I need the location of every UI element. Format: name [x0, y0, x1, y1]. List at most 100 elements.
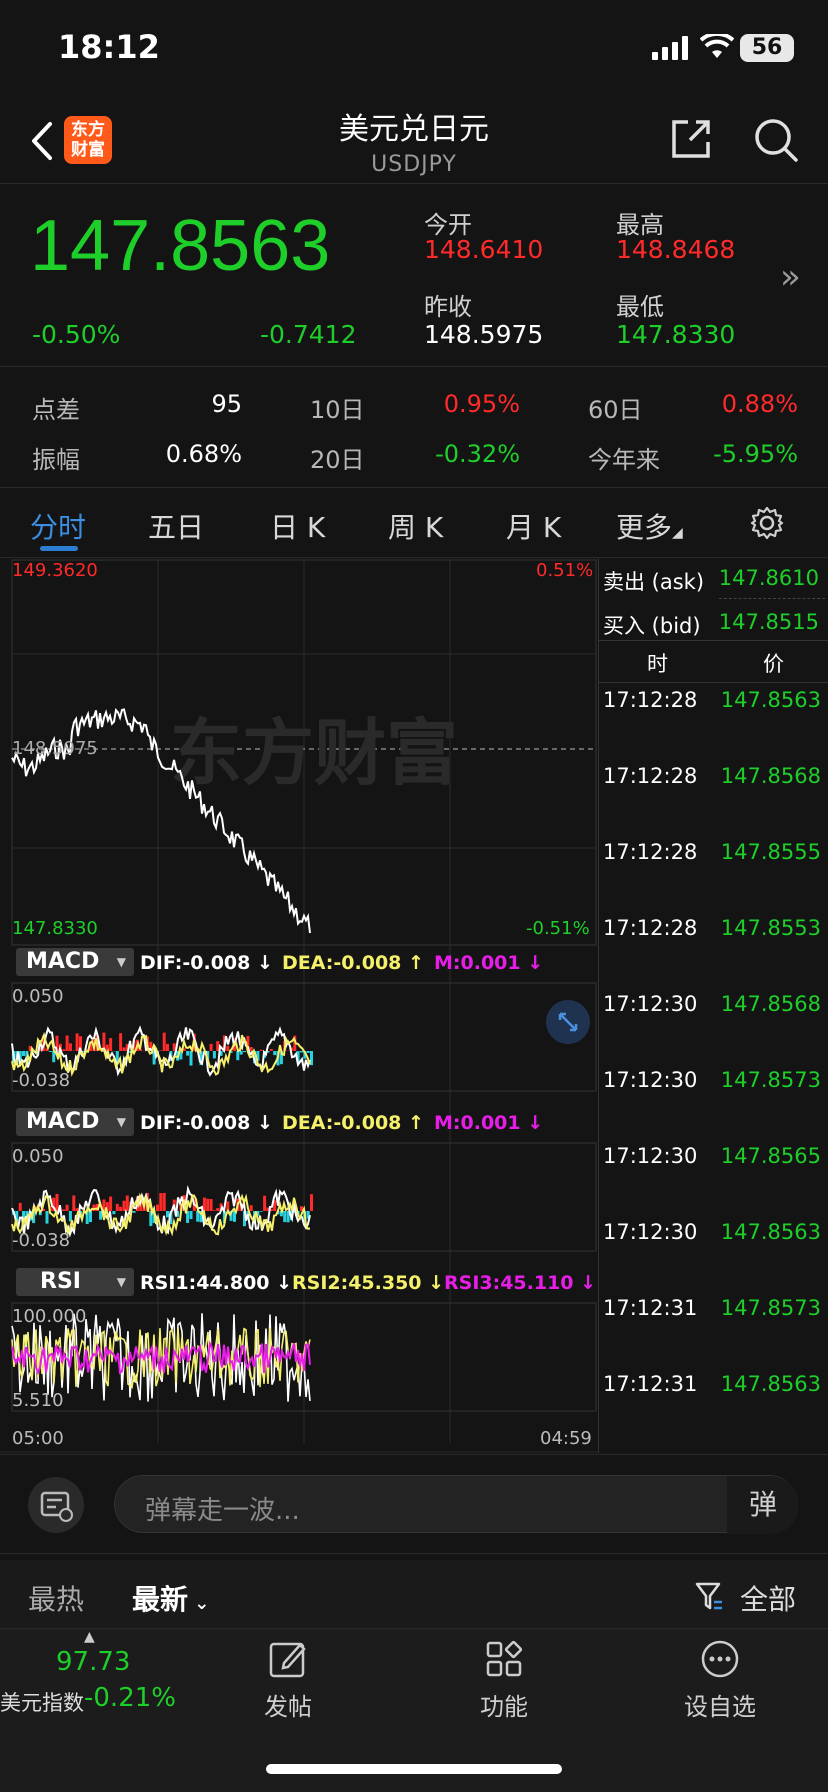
y-axis-top: 149.3620	[12, 560, 98, 581]
search-icon[interactable]	[752, 116, 800, 164]
col-time-header: 时	[647, 652, 668, 676]
tick-price: 147.8553	[720, 916, 821, 940]
tick-row: 17:12:28 147.8553	[599, 916, 828, 956]
change-amount: -0.7412	[260, 320, 357, 349]
danmu-send-button[interactable]: 弹	[727, 1476, 799, 1534]
home-indicator	[266, 1764, 562, 1774]
tab-hottest[interactable]: 最热	[28, 1578, 84, 1618]
low-label: 最低	[616, 293, 664, 321]
cellular-signal-icon	[652, 36, 688, 60]
indicator-select-rsi[interactable]: RSI ▼	[16, 1268, 134, 1296]
tick-price: 147.8573	[720, 1068, 821, 1092]
tab-newest[interactable]: 最新 ⌄	[132, 1578, 209, 1618]
tab-monthly-k[interactable]: 月 K	[506, 506, 561, 546]
macd-axis-top: 0.050	[12, 986, 64, 1007]
macd2-axis-bottom: -0.038	[12, 1230, 71, 1251]
indicator-select-macd[interactable]: MACD ▼	[16, 948, 134, 976]
tick-time: 17:12:28	[603, 688, 698, 712]
caret-icon: ◢	[672, 525, 683, 541]
filter-icon[interactable]	[694, 1580, 724, 1612]
chevron-down-icon: ⌄	[188, 1593, 210, 1614]
post-edit-icon[interactable]	[268, 1639, 308, 1679]
indicator-name: MACD	[26, 949, 100, 974]
tick-time: 17:12:31	[603, 1296, 698, 1320]
tick-price: 147.8573	[720, 1296, 821, 1320]
comment-bar: 弹幕走一波... 弹	[0, 1454, 828, 1554]
spread-label: 点差	[32, 396, 80, 424]
tick-time: 17:12:28	[603, 916, 698, 940]
divider	[719, 598, 825, 599]
more-options-icon[interactable]	[700, 1639, 740, 1679]
rsi-axis-bottom: 5.510	[12, 1390, 64, 1411]
macd2-dif: DIF:-0.008 ↓	[140, 1112, 273, 1134]
tab-more-label: 更多	[616, 511, 673, 544]
bid-label: 买入 (bid)	[603, 614, 701, 638]
tick-row: 17:12:28 147.8563	[599, 688, 828, 728]
ytd-label: 今年来	[588, 446, 660, 474]
dropdown-caret-icon: ▼	[116, 1115, 126, 1129]
stats-panel: 点差 95 10日 0.95% 60日 0.88% 振幅 0.68% 20日 -…	[0, 368, 828, 488]
post-button[interactable]: 发帖	[238, 1687, 338, 1722]
functions-grid-icon[interactable]	[484, 1639, 524, 1679]
tick-list-panel[interactable]: 卖出 (ask) 147.8610 买入 (bid) 147.8515 时 价 …	[598, 558, 828, 1453]
tick-row: 17:12:30 147.8573	[599, 1068, 828, 1108]
tick-time: 17:12:28	[603, 764, 698, 788]
tick-time: 17:12:28	[603, 840, 698, 864]
tab-weekly-k[interactable]: 周 K	[388, 506, 443, 546]
rsi-axis-top: 100.000	[12, 1306, 87, 1327]
status-bar: 18:12 56	[0, 0, 828, 100]
tick-time: 17:12:30	[603, 1068, 698, 1092]
chart-period-tabs: 分时 五日 日 K 周 K 月 K 更多◢	[0, 488, 828, 558]
d20-label: 20日	[310, 446, 365, 474]
macd-axis-bottom: -0.038	[12, 1070, 71, 1091]
y-axis-bottom: 147.8330	[12, 918, 98, 939]
chevron-right-icon[interactable]: »	[780, 257, 801, 297]
fullscreen-icon[interactable]	[546, 1000, 590, 1044]
macd2-dea: DEA:-0.008 ↑	[282, 1112, 424, 1134]
tick-price: 147.8568	[720, 992, 821, 1016]
share-icon[interactable]	[668, 116, 714, 162]
tab-intraday[interactable]: 分时	[30, 506, 86, 546]
d60-value: 0.88%	[721, 390, 798, 418]
usd-index-value[interactable]: 97.73	[56, 1647, 130, 1677]
tick-price: 147.8565	[720, 1144, 821, 1168]
macd2-axis-top: 0.050	[12, 1146, 64, 1167]
macd2-m: M:0.001 ↓	[434, 1112, 544, 1134]
usd-index-name[interactable]: 美元指数	[0, 1687, 84, 1717]
tick-row: 17:12:28 147.8568	[599, 764, 828, 804]
tab-more[interactable]: 更多◢	[616, 506, 683, 546]
indicator-name: MACD	[26, 1109, 100, 1134]
tick-row: 17:12:30 147.8563	[599, 1220, 828, 1260]
danmu-placeholder: 弹幕走一波...	[145, 1496, 300, 1526]
prev-close-label: 昨收	[424, 293, 472, 321]
col-price-header: 价	[763, 652, 784, 676]
low-value: 147.8330	[616, 320, 736, 349]
d10-label: 10日	[310, 396, 365, 424]
settings-gear-icon[interactable]	[750, 506, 784, 540]
tick-price: 147.8555	[720, 840, 821, 864]
prev-close-value: 148.5975	[424, 320, 544, 349]
indicator-select-macd-2[interactable]: MACD ▼	[16, 1108, 134, 1136]
d20-value: -0.32%	[435, 440, 520, 468]
tick-price: 147.8563	[720, 688, 821, 712]
tab-newest-label: 最新	[132, 1583, 189, 1616]
rsi3-value: RSI3:45.110 ↓	[444, 1272, 597, 1294]
active-tab-indicator	[40, 546, 78, 551]
filter-all[interactable]: 全部	[740, 1578, 796, 1618]
caret-up-icon: ▲	[84, 1629, 95, 1645]
danmu-toggle-icon[interactable]	[28, 1477, 84, 1533]
tick-price: 147.8563	[720, 1220, 821, 1244]
add-watchlist-button[interactable]: 设自选	[670, 1687, 770, 1722]
feed-tabs: 最热 最新 ⌄ 全部	[0, 1560, 828, 1630]
danmu-input[interactable]: 弹幕走一波... 弹	[114, 1475, 799, 1534]
rsi1-value: RSI1:44.800 ↓	[140, 1272, 293, 1294]
tab-five-day[interactable]: 五日	[148, 506, 204, 546]
tab-daily-k[interactable]: 日 K	[270, 506, 325, 546]
intraday-chart[interactable]: 东方财富 149.3620 148.5975 147.8330 0.51% -0…	[0, 558, 598, 1453]
x-axis-end: 04:59	[540, 1428, 592, 1449]
macd-m: M:0.001 ↓	[434, 952, 544, 974]
chart-canvas: 东方财富	[0, 559, 598, 1453]
watermark-text: 东方财富	[170, 711, 458, 795]
functions-button[interactable]: 功能	[454, 1687, 554, 1722]
bid-value: 147.8515	[718, 610, 819, 634]
